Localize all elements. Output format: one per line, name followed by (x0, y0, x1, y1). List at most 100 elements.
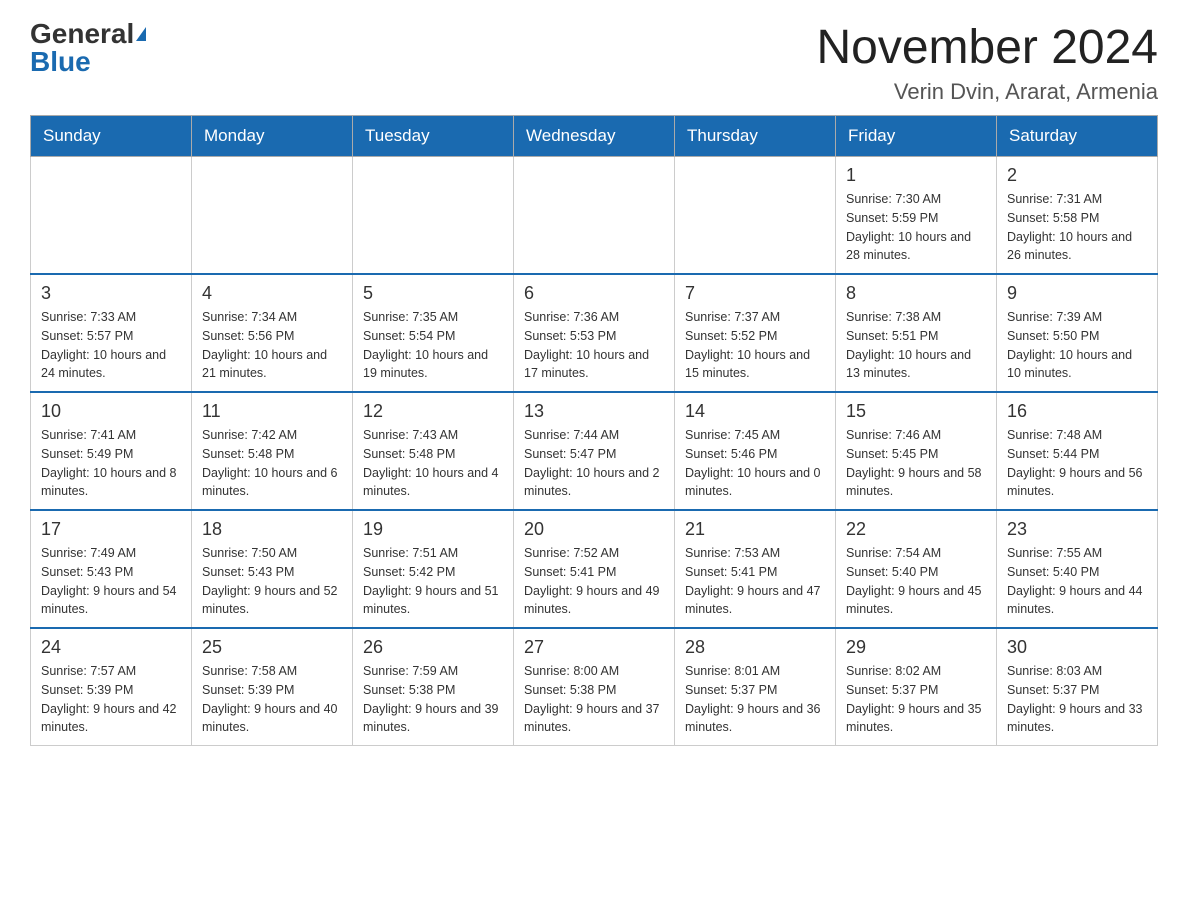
calendar-cell: 30Sunrise: 8:03 AM Sunset: 5:37 PM Dayli… (997, 628, 1158, 746)
calendar-cell: 12 Sunrise: 7:43 AM Sunset: 5:48 PM Dayli… (353, 392, 514, 510)
weekday-header-monday: Monday (192, 116, 353, 157)
calendar-cell (675, 157, 836, 275)
day-info: Sunrise: 7:34 AM Sunset: 5:56 PM Dayligh… (202, 308, 342, 383)
day-info: Sunrise: 7:48 AM Sunset: 5:44 PM Dayligh… (1007, 426, 1147, 501)
day-info: Sunrise: 7:38 AM Sunset: 5:51 PM Dayligh… (846, 308, 986, 383)
calendar-cell: 25 Sunrise: 7:58 AM Sunset: 5:39 PM Dayli… (192, 628, 353, 746)
logo-general-text: General (30, 20, 134, 48)
calendar-cell: 1Sunrise: 7:30 AM Sunset: 5:59 PM Daylig… (836, 157, 997, 275)
day-number: 17 (41, 519, 181, 540)
calendar-cell: 6 Sunrise: 7:36 AM Sunset: 5:53 PM Daylig… (514, 274, 675, 392)
day-number: 12 (363, 401, 503, 422)
day-number: 26 (363, 637, 503, 658)
day-info: Sunrise: 7:45 AM Sunset: 5:46 PM Dayligh… (685, 426, 825, 501)
weekday-header-row: SundayMondayTuesdayWednesdayThursdayFrid… (31, 116, 1158, 157)
day-info: Sunrise: 7:51 AM Sunset: 5:42 PM Dayligh… (363, 544, 503, 619)
day-info: Sunrise: 7:41 AM Sunset: 5:49 PM Dayligh… (41, 426, 181, 501)
calendar-cell: 4 Sunrise: 7:34 AM Sunset: 5:56 PM Daylig… (192, 274, 353, 392)
day-info: Sunrise: 7:49 AM Sunset: 5:43 PM Dayligh… (41, 544, 181, 619)
title-section: November 2024 Verin Dvin, Ararat, Armeni… (816, 20, 1158, 105)
day-number: 22 (846, 519, 986, 540)
weekday-header-tuesday: Tuesday (353, 116, 514, 157)
calendar-cell (31, 157, 192, 275)
day-info: Sunrise: 7:33 AM Sunset: 5:57 PM Dayligh… (41, 308, 181, 383)
calendar-week-row: 24 Sunrise: 7:57 AM Sunset: 5:39 PM Dayli… (31, 628, 1158, 746)
day-number: 10 (41, 401, 181, 422)
calendar-cell: 8 Sunrise: 7:38 AM Sunset: 5:51 PM Daylig… (836, 274, 997, 392)
day-number: 29 (846, 637, 986, 658)
day-number: 7 (685, 283, 825, 304)
day-number: 2 (1007, 165, 1147, 186)
day-number: 16 (1007, 401, 1147, 422)
day-info: Sunrise: 7:52 AM Sunset: 5:41 PM Dayligh… (524, 544, 664, 619)
day-info: Sunrise: 7:35 AM Sunset: 5:54 PM Dayligh… (363, 308, 503, 383)
logo-general-line: General (30, 20, 146, 48)
calendar-cell: 10 Sunrise: 7:41 AM Sunset: 5:49 PM Dayli… (31, 392, 192, 510)
calendar-cell: 16 Sunrise: 7:48 AM Sunset: 5:44 PM Dayli… (997, 392, 1158, 510)
logo: General Blue (30, 20, 146, 76)
calendar-week-row: 17 Sunrise: 7:49 AM Sunset: 5:43 PM Dayli… (31, 510, 1158, 628)
weekday-header-wednesday: Wednesday (514, 116, 675, 157)
calendar-cell: 13Sunrise: 7:44 AM Sunset: 5:47 PM Dayli… (514, 392, 675, 510)
day-info: Sunrise: 7:44 AM Sunset: 5:47 PM Dayligh… (524, 426, 664, 501)
day-number: 8 (846, 283, 986, 304)
day-info: Sunrise: 8:00 AM Sunset: 5:38 PM Dayligh… (524, 662, 664, 737)
calendar-title: November 2024 (816, 20, 1158, 75)
weekday-header-friday: Friday (836, 116, 997, 157)
day-info: Sunrise: 7:43 AM Sunset: 5:48 PM Dayligh… (363, 426, 503, 501)
day-info: Sunrise: 7:54 AM Sunset: 5:40 PM Dayligh… (846, 544, 986, 619)
day-info: Sunrise: 7:30 AM Sunset: 5:59 PM Dayligh… (846, 190, 986, 265)
day-number: 20 (524, 519, 664, 540)
calendar-cell: 18Sunrise: 7:50 AM Sunset: 5:43 PM Dayli… (192, 510, 353, 628)
calendar-cell: 24 Sunrise: 7:57 AM Sunset: 5:39 PM Dayli… (31, 628, 192, 746)
calendar-cell: 15Sunrise: 7:46 AM Sunset: 5:45 PM Dayli… (836, 392, 997, 510)
calendar-cell: 17 Sunrise: 7:49 AM Sunset: 5:43 PM Dayli… (31, 510, 192, 628)
day-info: Sunrise: 7:59 AM Sunset: 5:38 PM Dayligh… (363, 662, 503, 737)
calendar-cell: 3 Sunrise: 7:33 AM Sunset: 5:57 PM Daylig… (31, 274, 192, 392)
calendar-cell (192, 157, 353, 275)
calendar-subtitle: Verin Dvin, Ararat, Armenia (816, 79, 1158, 105)
day-info: Sunrise: 7:31 AM Sunset: 5:58 PM Dayligh… (1007, 190, 1147, 265)
calendar-cell: 11Sunrise: 7:42 AM Sunset: 5:48 PM Dayli… (192, 392, 353, 510)
day-number: 6 (524, 283, 664, 304)
day-info: Sunrise: 7:39 AM Sunset: 5:50 PM Dayligh… (1007, 308, 1147, 383)
day-number: 21 (685, 519, 825, 540)
calendar-cell: 22 Sunrise: 7:54 AM Sunset: 5:40 PM Dayli… (836, 510, 997, 628)
calendar-cell: 2 Sunrise: 7:31 AM Sunset: 5:58 PM Daylig… (997, 157, 1158, 275)
calendar-cell: 7Sunrise: 7:37 AM Sunset: 5:52 PM Daylig… (675, 274, 836, 392)
calendar-cell: 28Sunrise: 8:01 AM Sunset: 5:37 PM Dayli… (675, 628, 836, 746)
calendar-week-row: 10 Sunrise: 7:41 AM Sunset: 5:49 PM Dayli… (31, 392, 1158, 510)
calendar-cell: 29 Sunrise: 8:02 AM Sunset: 5:37 PM Dayli… (836, 628, 997, 746)
calendar-cell: 21Sunrise: 7:53 AM Sunset: 5:41 PM Dayli… (675, 510, 836, 628)
day-number: 9 (1007, 283, 1147, 304)
calendar-cell: 23 Sunrise: 7:55 AM Sunset: 5:40 PM Dayli… (997, 510, 1158, 628)
day-number: 18 (202, 519, 342, 540)
calendar-cell (353, 157, 514, 275)
calendar-cell: 5 Sunrise: 7:35 AM Sunset: 5:54 PM Daylig… (353, 274, 514, 392)
day-info: Sunrise: 8:02 AM Sunset: 5:37 PM Dayligh… (846, 662, 986, 737)
day-number: 5 (363, 283, 503, 304)
day-number: 15 (846, 401, 986, 422)
header: General Blue November 2024 Verin Dvin, A… (30, 20, 1158, 105)
day-info: Sunrise: 8:03 AM Sunset: 5:37 PM Dayligh… (1007, 662, 1147, 737)
calendar-week-row: 1Sunrise: 7:30 AM Sunset: 5:59 PM Daylig… (31, 157, 1158, 275)
day-info: Sunrise: 7:55 AM Sunset: 5:40 PM Dayligh… (1007, 544, 1147, 619)
calendar-cell: 19 Sunrise: 7:51 AM Sunset: 5:42 PM Dayli… (353, 510, 514, 628)
day-info: Sunrise: 7:36 AM Sunset: 5:53 PM Dayligh… (524, 308, 664, 383)
logo-blue-text: Blue (30, 46, 91, 77)
calendar-cell (514, 157, 675, 275)
day-number: 14 (685, 401, 825, 422)
weekday-header-sunday: Sunday (31, 116, 192, 157)
day-number: 23 (1007, 519, 1147, 540)
calendar-table: SundayMondayTuesdayWednesdayThursdayFrid… (30, 115, 1158, 746)
day-number: 3 (41, 283, 181, 304)
day-info: Sunrise: 7:57 AM Sunset: 5:39 PM Dayligh… (41, 662, 181, 737)
day-number: 4 (202, 283, 342, 304)
day-number: 24 (41, 637, 181, 658)
day-number: 27 (524, 637, 664, 658)
calendar-cell: 26 Sunrise: 7:59 AM Sunset: 5:38 PM Dayli… (353, 628, 514, 746)
day-number: 25 (202, 637, 342, 658)
calendar-cell: 27 Sunrise: 8:00 AM Sunset: 5:38 PM Dayli… (514, 628, 675, 746)
day-number: 19 (363, 519, 503, 540)
day-info: Sunrise: 7:58 AM Sunset: 5:39 PM Dayligh… (202, 662, 342, 737)
